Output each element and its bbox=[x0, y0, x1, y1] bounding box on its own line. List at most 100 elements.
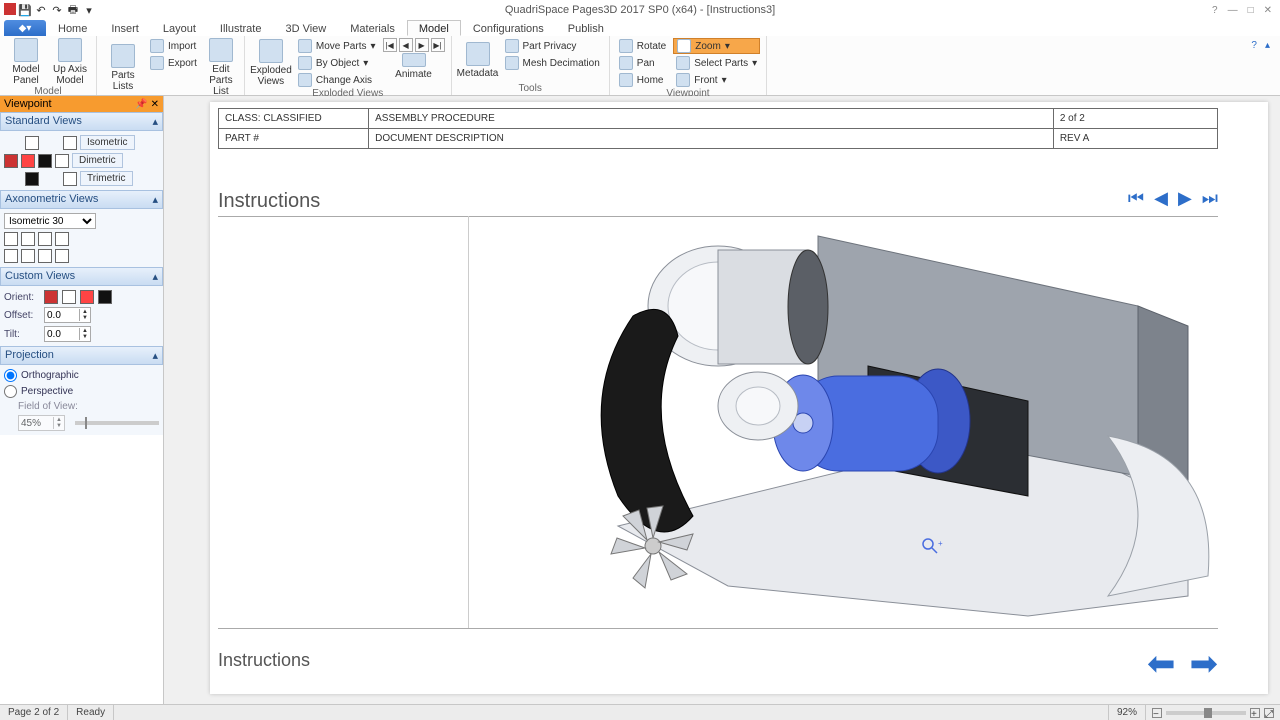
rev-cell[interactable]: REV A bbox=[1053, 129, 1217, 149]
by-object-button[interactable]: By Object ▾ bbox=[295, 55, 379, 71]
dimetric-button[interactable]: Dimetric bbox=[72, 153, 123, 168]
tab-publish[interactable]: Publish bbox=[556, 20, 616, 36]
section-projection[interactable]: Projection▴ bbox=[0, 346, 163, 365]
metadata-button[interactable]: Metadata bbox=[458, 38, 498, 83]
undo-icon[interactable]: ↶ bbox=[34, 3, 48, 17]
home-view-button[interactable]: Home bbox=[616, 72, 669, 88]
export-button[interactable]: Export bbox=[147, 55, 200, 71]
fov-spinner[interactable]: ▲▼ bbox=[18, 415, 65, 431]
viewpoint-panel-header[interactable]: Viewpoint 📌 ✕ bbox=[0, 96, 163, 112]
qat-dropdown-icon[interactable]: ▾ bbox=[82, 3, 96, 17]
isometric-button[interactable]: Isometric bbox=[80, 135, 135, 150]
select-parts-button[interactable]: Select Parts ▾ bbox=[673, 55, 760, 71]
parts-lists-button[interactable]: Parts Lists bbox=[103, 38, 143, 97]
di-cube-icon[interactable] bbox=[55, 154, 69, 168]
zoom-slider[interactable]: − + ⤢ bbox=[1146, 708, 1280, 718]
axo-cube[interactable] bbox=[38, 249, 52, 263]
part-privacy-button[interactable]: Part Privacy bbox=[502, 38, 603, 54]
axo-cube[interactable] bbox=[21, 249, 35, 263]
status-zoom[interactable]: 92% bbox=[1109, 705, 1146, 720]
import-button[interactable]: Import bbox=[147, 38, 200, 54]
tab-configurations[interactable]: Configurations bbox=[461, 20, 556, 36]
move-parts-button[interactable]: Move Parts ▾ bbox=[295, 38, 379, 54]
pin-icon[interactable]: 📌 ✕ bbox=[135, 99, 159, 110]
change-axis-button[interactable]: Change Axis bbox=[295, 72, 379, 88]
axo-cube[interactable] bbox=[21, 232, 35, 246]
std-view-cube[interactable] bbox=[4, 154, 18, 168]
class-cell[interactable]: CLASS: CLASSIFIED bbox=[219, 109, 369, 129]
tilt-spinner[interactable]: ▲▼ bbox=[44, 326, 91, 342]
ribbon-help-icon[interactable]: ? bbox=[1251, 40, 1257, 91]
assembly-cell[interactable]: ASSEMBLY PROCEDURE bbox=[369, 109, 1054, 129]
std-view-cube[interactable] bbox=[21, 154, 35, 168]
orient-cube[interactable] bbox=[62, 290, 76, 304]
tri-cube-icon[interactable] bbox=[63, 172, 77, 186]
up-axis-model-button[interactable]: Up Axis Model bbox=[50, 38, 90, 86]
prev-page-arrow-icon[interactable]: ⬅ bbox=[1147, 644, 1176, 684]
save-icon[interactable]: 💾 bbox=[18, 3, 32, 17]
tab-model[interactable]: Model bbox=[407, 20, 461, 36]
section-custom-views[interactable]: Custom Views▴ bbox=[0, 267, 163, 286]
tab-materials[interactable]: Materials bbox=[338, 20, 407, 36]
first-frame-icon[interactable]: |◀ bbox=[383, 38, 397, 52]
axo-cube[interactable] bbox=[55, 249, 69, 263]
print-icon[interactable]: 🖶 bbox=[66, 3, 80, 17]
zoom-out-icon[interactable]: − bbox=[1152, 708, 1162, 718]
perspective-radio[interactable]: Perspective bbox=[4, 385, 159, 398]
docdesc-cell[interactable]: DOCUMENT DESCRIPTION bbox=[369, 129, 1054, 149]
model-panel-button[interactable]: Model Panel bbox=[6, 38, 46, 86]
3d-viewport[interactable]: + bbox=[468, 216, 1218, 628]
trimetric-button[interactable]: Trimetric bbox=[80, 171, 133, 186]
app-menu-button[interactable]: ◆▾ bbox=[4, 20, 46, 36]
last-step-icon[interactable]: ⏭ bbox=[1202, 188, 1218, 209]
help-icon[interactable]: ? bbox=[1212, 5, 1218, 16]
axo-cube[interactable] bbox=[4, 249, 18, 263]
prev-step-icon[interactable]: ◀ bbox=[1154, 188, 1168, 209]
offset-spinner[interactable]: ▲▼ bbox=[44, 307, 91, 323]
prev-frame-icon[interactable]: ◀ bbox=[399, 38, 413, 52]
next-page-arrow-icon[interactable]: ➡ bbox=[1190, 644, 1219, 684]
iso-cube-icon[interactable] bbox=[63, 136, 77, 150]
pan-button[interactable]: Pan bbox=[616, 55, 669, 71]
orient-cube[interactable] bbox=[44, 290, 58, 304]
page-cell[interactable]: 2 of 2 bbox=[1053, 109, 1217, 129]
minimize-icon[interactable]: — bbox=[1228, 5, 1238, 16]
axo-preset-select[interactable]: Isometric 30 bbox=[4, 213, 96, 229]
close-icon[interactable]: ✕ bbox=[1264, 5, 1272, 16]
next-step-icon[interactable]: ▶ bbox=[1178, 188, 1192, 209]
ribbon-collapse-icon[interactable]: ▴ bbox=[1265, 40, 1270, 91]
std-view-cube[interactable] bbox=[25, 172, 39, 186]
tab-layout[interactable]: Layout bbox=[151, 20, 208, 36]
zoom-in-icon[interactable]: + bbox=[1250, 708, 1260, 718]
first-step-icon[interactable]: ⏮ bbox=[1128, 188, 1144, 209]
partnum-cell[interactable]: PART # bbox=[219, 129, 369, 149]
zoom-fit-icon[interactable]: ⤢ bbox=[1264, 708, 1274, 718]
redo-icon[interactable]: ↷ bbox=[50, 3, 64, 17]
fov-slider[interactable] bbox=[75, 421, 159, 425]
std-view-cube[interactable] bbox=[25, 136, 39, 150]
front-view-button[interactable]: Front ▾ bbox=[673, 72, 760, 88]
tab-3dview[interactable]: 3D View bbox=[273, 20, 338, 36]
mesh-decimation-button[interactable]: Mesh Decimation bbox=[502, 55, 603, 71]
exploded-views-button[interactable]: Exploded Views bbox=[251, 38, 291, 88]
animate-button[interactable]: Animate bbox=[394, 53, 434, 80]
tab-insert[interactable]: Insert bbox=[99, 20, 151, 36]
orient-cube[interactable] bbox=[80, 290, 94, 304]
last-frame-icon[interactable]: ▶| bbox=[431, 38, 445, 52]
axo-cube[interactable] bbox=[55, 232, 69, 246]
animate-playback[interactable]: |◀ ◀ ▶ ▶| bbox=[383, 38, 445, 52]
orthographic-radio[interactable]: Orthographic bbox=[4, 369, 159, 382]
zoom-button[interactable]: Zoom ▾ bbox=[673, 38, 760, 54]
section-standard-views[interactable]: Standard Views▴ bbox=[0, 112, 163, 131]
next-frame-icon[interactable]: ▶ bbox=[415, 38, 429, 52]
axo-cube[interactable] bbox=[4, 232, 18, 246]
maximize-icon[interactable]: □ bbox=[1248, 5, 1254, 16]
rotate-button[interactable]: Rotate bbox=[616, 38, 669, 54]
section-axo-views[interactable]: Axonometric Views▴ bbox=[0, 190, 163, 209]
tab-illustrate[interactable]: Illustrate bbox=[208, 20, 274, 36]
std-view-cube[interactable] bbox=[38, 154, 52, 168]
axo-cube[interactable] bbox=[38, 232, 52, 246]
edit-parts-list-button[interactable]: Edit Parts List bbox=[204, 38, 238, 97]
tab-home[interactable]: Home bbox=[46, 20, 99, 36]
orient-cube[interactable] bbox=[98, 290, 112, 304]
